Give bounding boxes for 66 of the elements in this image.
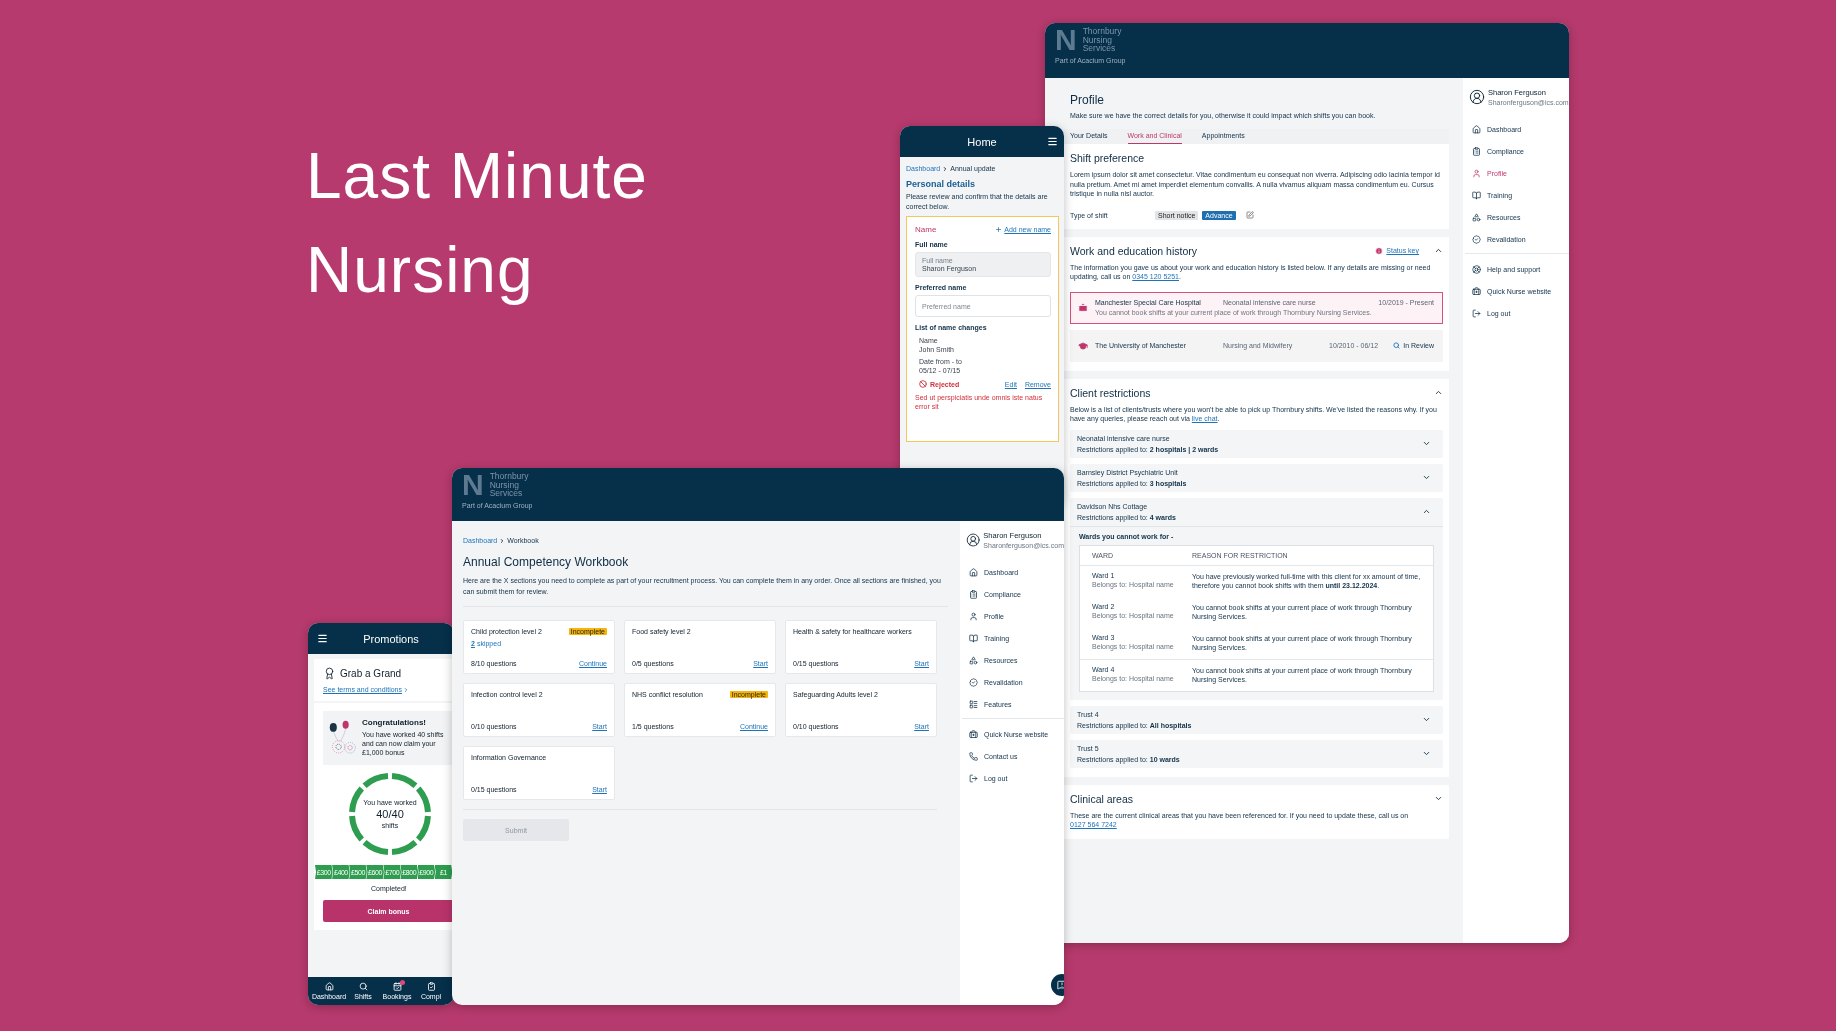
help-icon bbox=[1472, 264, 1481, 274]
briefcase-icon bbox=[1078, 302, 1088, 313]
search-icon bbox=[1393, 342, 1401, 349]
section-title: Personal details bbox=[906, 179, 977, 189]
plus-icon bbox=[995, 226, 1003, 233]
user-icon bbox=[969, 611, 978, 621]
screen-title: Home bbox=[967, 135, 997, 148]
phone-icon bbox=[969, 751, 978, 761]
chevron-icon[interactable] bbox=[1422, 749, 1431, 758]
chevron-icon[interactable] bbox=[1422, 507, 1431, 516]
page-title: Annual Competency Workbook bbox=[463, 555, 630, 569]
chevron-icon[interactable] bbox=[1422, 439, 1431, 448]
logo-wordmark: Thornbury Nursing Services bbox=[1082, 27, 1123, 53]
book-icon bbox=[1472, 190, 1481, 200]
clipboard-icon bbox=[426, 982, 436, 991]
section-title: Work and education history bbox=[1070, 244, 1198, 257]
home-icon bbox=[324, 982, 334, 991]
award-icon bbox=[323, 667, 336, 680]
logo-mark: N bbox=[462, 472, 485, 498]
section-title: Clinical areas bbox=[1070, 792, 1134, 805]
book-icon bbox=[969, 633, 978, 643]
chevron-icon bbox=[942, 165, 949, 172]
chevron-icon[interactable] bbox=[1422, 473, 1431, 482]
graduation-cap-icon bbox=[1078, 340, 1088, 351]
chevron-icon[interactable] bbox=[1434, 794, 1443, 803]
clipboard-icon bbox=[1472, 146, 1481, 156]
page-title: Profile bbox=[1070, 93, 1105, 107]
card-title: Name bbox=[915, 225, 937, 234]
home-icon bbox=[1472, 124, 1481, 134]
badge-check-icon bbox=[1472, 234, 1481, 244]
info-icon bbox=[1375, 246, 1384, 255]
logout-icon bbox=[969, 773, 978, 783]
edit-icon[interactable] bbox=[1245, 211, 1254, 219]
chat-icon bbox=[1057, 980, 1064, 990]
menu-icon[interactable] bbox=[317, 633, 328, 644]
badge-check-icon bbox=[969, 677, 978, 687]
clipboard-icon bbox=[969, 589, 978, 599]
promo-title: Grab a Grand bbox=[340, 668, 402, 679]
congrats-title: Congratulations! bbox=[362, 718, 427, 727]
chevron-icon[interactable] bbox=[1434, 246, 1443, 255]
ring-value: 40/40 bbox=[376, 808, 404, 820]
logout-icon bbox=[1472, 308, 1481, 318]
chevron-icon[interactable] bbox=[1422, 715, 1431, 724]
section-title: Client restrictions bbox=[1070, 386, 1151, 399]
chevron-icon bbox=[403, 686, 409, 693]
shapes-icon bbox=[1472, 212, 1481, 222]
list-icon bbox=[969, 699, 978, 709]
medical-case-icon bbox=[1472, 286, 1481, 296]
menu-icon[interactable] bbox=[1047, 136, 1058, 147]
calendar-icon bbox=[392, 982, 402, 991]
search-icon bbox=[358, 982, 368, 991]
chevron-icon bbox=[499, 537, 506, 544]
headline: Last Minute Nursing bbox=[306, 139, 649, 308]
logo-mark: N bbox=[1055, 27, 1078, 53]
restriction-item[interactable] bbox=[1070, 497, 1443, 700]
user-icon bbox=[1472, 168, 1481, 178]
home-icon bbox=[969, 567, 978, 577]
chevron-icon[interactable] bbox=[1434, 388, 1443, 397]
shapes-icon bbox=[969, 655, 978, 665]
section-title: Shift preference bbox=[1070, 152, 1146, 164]
rejected-icon bbox=[919, 380, 927, 388]
medical-case-icon bbox=[969, 729, 978, 739]
avatar-icon bbox=[966, 532, 981, 548]
avatar-icon bbox=[1469, 89, 1485, 105]
logo-wordmark: Thornbury Nursing Services bbox=[489, 472, 530, 498]
screen-title: Promotions bbox=[363, 632, 419, 645]
